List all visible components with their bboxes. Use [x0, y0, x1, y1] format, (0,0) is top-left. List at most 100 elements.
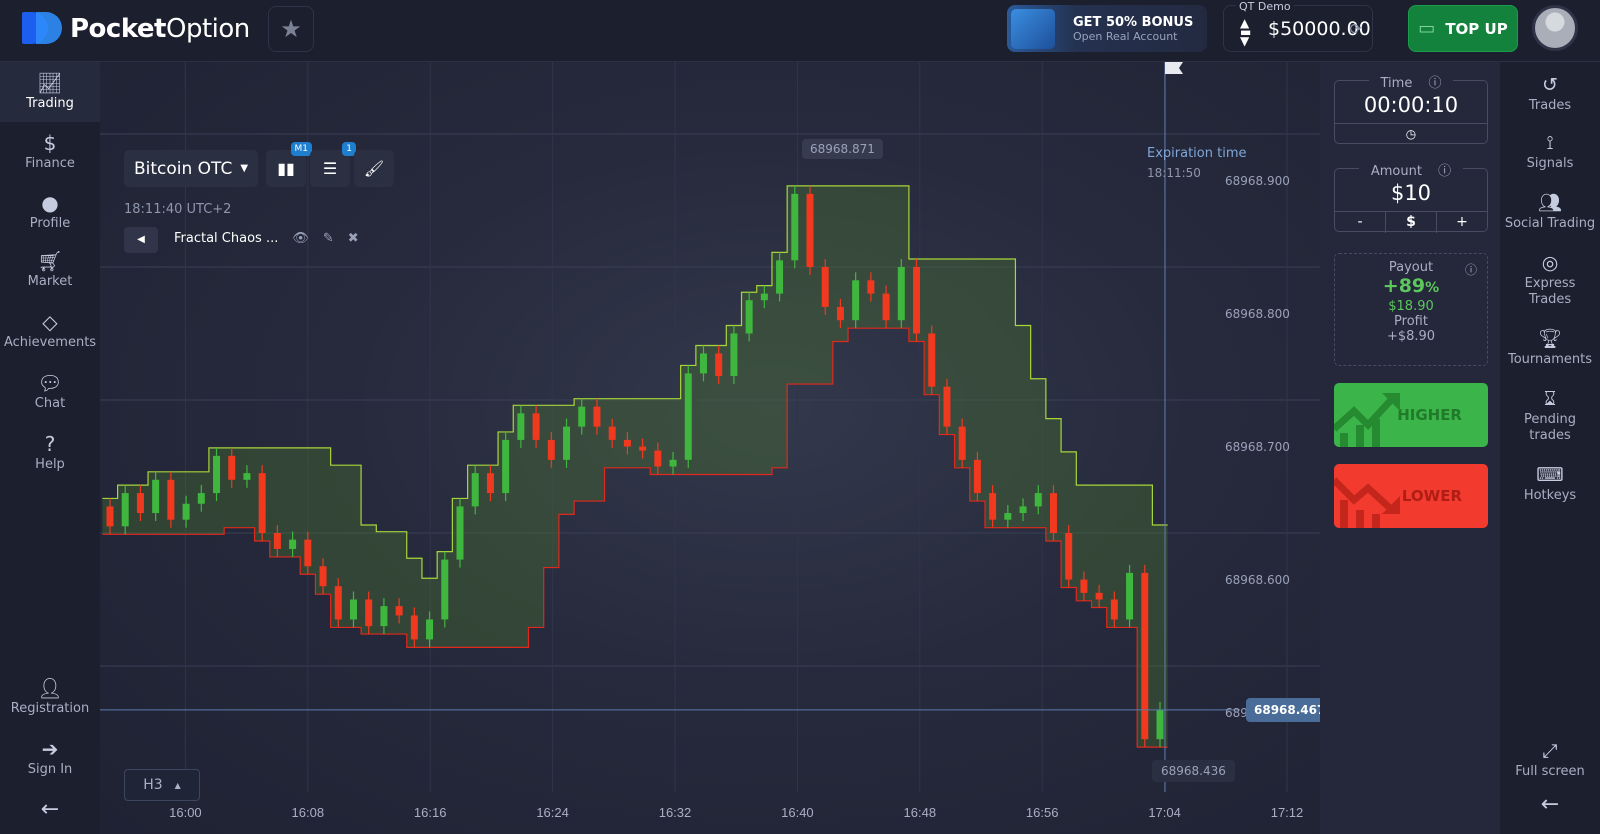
candle-body [395, 606, 403, 616]
indicator-name: Fractal Chaos ... [174, 231, 279, 246]
nav-label: Tournaments [1507, 352, 1593, 367]
lower-label: LOWER [1401, 487, 1462, 505]
account-balance-selector[interactable]: QT Demo ▲ ▬ ▼ $50000.00 ⟳ [1223, 0, 1373, 52]
time-value[interactable]: 00:00:10 [1335, 93, 1487, 123]
decrease-amount-button[interactable]: - [1335, 212, 1386, 233]
candle-body [913, 267, 921, 334]
chat-icon: 💬︎ [37, 371, 63, 395]
sidebar-item-registration[interactable]: 👤︎ Registration [0, 675, 100, 716]
y-tick-label: 68968.800 [1225, 307, 1290, 321]
caret-up-icon: ▲ [174, 780, 181, 790]
bonus-banner[interactable]: GET 50% BONUS Open Real Account [1007, 5, 1207, 52]
gift-icon [1011, 8, 1055, 49]
x-tick-label: 16:24 [536, 805, 569, 820]
candle-body [243, 473, 251, 480]
eye-icon[interactable]: 👁︎ [292, 231, 309, 246]
sidebar-item-achievements[interactable]: ◇ Achievements [0, 309, 100, 350]
nav-pending-trades[interactable]: ⌛︎ Pending trades [1500, 386, 1600, 444]
bonus-title: GET 50% BONUS [1073, 14, 1194, 30]
nav-social-trading[interactable]: 👥︎ Social Trading [1500, 190, 1600, 232]
amount-field[interactable]: Amount ⓘ $10 - $ + [1334, 164, 1488, 233]
increase-amount-button[interactable]: + [1437, 212, 1487, 233]
candle-body [502, 439, 510, 494]
asset-selector[interactable]: Bitcoin OTC ▼ [124, 150, 258, 187]
nav-tournaments[interactable]: 🏆︎ Tournaments [1500, 326, 1600, 368]
collapse-indicators-button[interactable]: ◀ [124, 227, 158, 253]
candle-body [806, 193, 814, 267]
candle-body [319, 566, 327, 587]
sliders-icon: ☰ [322, 159, 338, 178]
close-icon[interactable]: ✖ [348, 231, 359, 246]
top-up-button[interactable]: ▭ TOP UP [1408, 5, 1518, 52]
history-icon: ↺ [1542, 74, 1558, 96]
sidebar-item-sign-in[interactable]: ➔ Sign In [0, 736, 100, 777]
payout-percent: +89 [1382, 275, 1426, 297]
collapse-sidebar-button[interactable]: ← [0, 797, 100, 822]
nav-signals[interactable]: ⟟ Signals [1500, 130, 1600, 172]
bonus-subtitle: Open Real Account [1073, 29, 1178, 43]
clock-icon[interactable]: ◷ [1335, 123, 1487, 143]
candle-body [486, 473, 494, 494]
indicators-button[interactable]: ☰ 1 [310, 142, 356, 187]
brand-logo[interactable]: PocketOption [22, 12, 250, 46]
user-avatar[interactable] [1532, 5, 1578, 51]
candle-body [791, 193, 799, 261]
candle-body [228, 455, 236, 480]
sidebar-item-profile[interactable]: ● Profile [0, 190, 100, 231]
candle-body [213, 455, 221, 494]
higher-button[interactable]: HIGHER [1334, 383, 1488, 447]
nav-trades[interactable]: ↺ Trades [1500, 72, 1600, 114]
help-icon[interactable]: ⓘ [1465, 261, 1477, 278]
arrow-left-icon: ← [1540, 792, 1560, 817]
help-icon[interactable]: ⓘ [1422, 76, 1448, 91]
dollar-icon: $ [43, 131, 57, 155]
brand-name-suffix: Option [166, 14, 250, 44]
y-tick-label: 68968.600 [1225, 573, 1290, 587]
fullscreen-button[interactable]: ⤢ Full screen [1500, 738, 1600, 780]
low-price-label: 68968.436 [1152, 760, 1235, 782]
collapse-right-panel-button[interactable]: ← [1500, 794, 1600, 816]
time-field[interactable]: Time ⓘ 00:00:10 ◷ [1334, 76, 1488, 144]
favorites-star-button[interactable]: ★ [268, 6, 314, 52]
nav-express-trades[interactable]: ◎ Express Trades [1500, 250, 1600, 308]
candle-body [639, 446, 647, 451]
candle-body [106, 506, 114, 527]
sidebar-item-trading[interactable]: 📈︎ Trading [0, 62, 100, 122]
candle-body [593, 406, 601, 427]
x-tick-label: 16:56 [1026, 805, 1059, 820]
candle-body [136, 493, 144, 514]
cart-icon: 🛒︎ [37, 249, 63, 273]
timeframe-selector[interactable]: H3 ▲ [124, 769, 200, 801]
pencil-icon[interactable]: ✎ [323, 231, 334, 246]
indicator-legend: Fractal Chaos ... 👁︎ ✎ ✖ [174, 231, 359, 246]
trend-down-icon [1334, 477, 1400, 528]
price-chart[interactable]: 5216:0016:0816:1616:2416:3216:4016:4816:… [100, 62, 1320, 834]
help-icon[interactable]: ⓘ [1432, 164, 1458, 179]
chart-type-button[interactable]: ▮▮ M1 [266, 142, 312, 187]
trophy-icon: 🏆︎ [1537, 328, 1563, 350]
candle-body [745, 300, 753, 334]
candle-body [821, 267, 829, 307]
x-tick-label: 17:04 [1148, 805, 1181, 820]
nav-hotkeys[interactable]: ⌨ Hotkeys [1500, 462, 1600, 504]
expiration-time: 18:11:50 [1147, 166, 1201, 180]
x-tick-label: 16:32 [659, 805, 692, 820]
sidebar-item-chat[interactable]: 💬︎ Chat [0, 370, 100, 411]
amount-label: Amount [1364, 164, 1428, 179]
sidebar-label: Finance [25, 156, 75, 171]
sidebar-label: Registration [10, 701, 90, 716]
candle-body [654, 450, 662, 467]
candle-body [836, 306, 844, 321]
sidebar-item-market[interactable]: 🛒︎ Market [0, 248, 100, 289]
lower-button[interactable]: LOWER [1334, 464, 1488, 528]
sidebar-item-finance[interactable]: $ Finance [0, 130, 100, 171]
drawing-tools-button[interactable]: 🖌︎ [354, 150, 394, 187]
candle-body [989, 493, 997, 520]
arrow-left-icon: ← [40, 797, 60, 822]
switch-account-icon[interactable]: ▲ ▬ ▼ [1240, 17, 1251, 47]
sidebar-item-help[interactable]: ? Help [0, 431, 100, 472]
amount-value[interactable]: $10 [1335, 181, 1487, 211]
candle-body [1004, 513, 1012, 520]
refresh-balance-icon[interactable]: ⟳ [1349, 20, 1362, 38]
currency-toggle-button[interactable]: $ [1386, 212, 1437, 233]
